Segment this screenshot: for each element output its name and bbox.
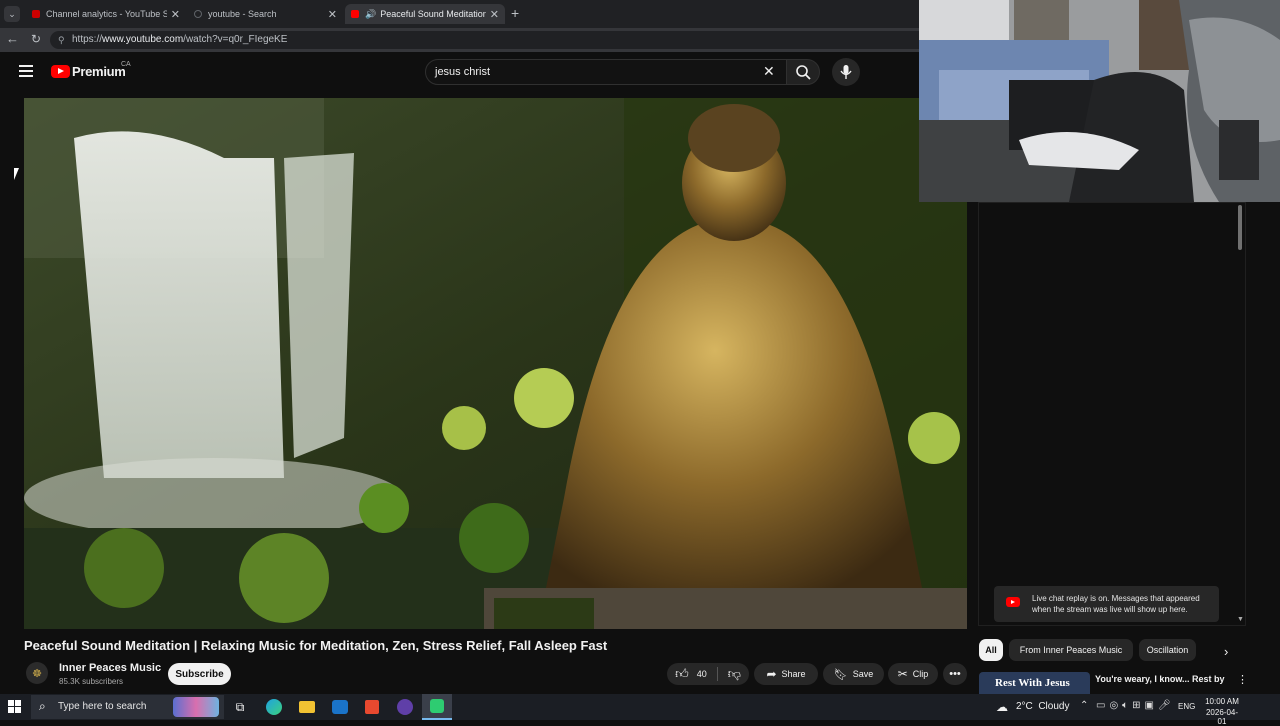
video-player[interactable]: [24, 98, 967, 629]
thumbs-down-icon[interactable]: 👎︎: [728, 666, 741, 682]
subscriber-count: 85.3K subscribers: [59, 677, 124, 686]
scissors-icon: ✂: [897, 667, 908, 681]
tab-title: youtube - Search: [208, 9, 277, 19]
outlook-icon[interactable]: [330, 697, 350, 717]
weather-text[interactable]: 2°C Cloudy: [1016, 701, 1069, 712]
search-favicon-icon: [194, 10, 202, 18]
search-button[interactable]: [786, 59, 820, 85]
share-label: Share: [781, 669, 806, 679]
youtube-favicon-icon: [351, 10, 359, 18]
more-horizontal-icon: •••: [949, 668, 961, 680]
close-tab-icon[interactable]: ✕: [328, 8, 337, 21]
share-arrow-icon: ➦: [766, 667, 777, 681]
clip-button[interactable]: ✂ Clip: [888, 663, 938, 685]
tab-youtube-search[interactable]: youtube - Search ✕: [188, 4, 343, 24]
video-frame-buddha-waterfall: [24, 98, 967, 629]
bookmark-icon: 🔖︎: [833, 668, 848, 681]
subscribe-button[interactable]: Subscribe: [168, 663, 231, 685]
hamburger-menu-icon[interactable]: [19, 65, 33, 77]
chip-oscillation[interactable]: Oscillation: [1139, 639, 1196, 661]
reload-icon[interactable]: ↻: [31, 32, 41, 46]
windows-start-icon[interactable]: [8, 700, 22, 714]
recommended-thumbnail[interactable]: Rest With Jesus: [979, 672, 1090, 694]
close-tab-icon[interactable]: ✕: [171, 8, 180, 21]
more-vertical-icon[interactable]: ⋮: [1237, 673, 1248, 686]
chip-all[interactable]: All: [979, 639, 1003, 661]
taskbar-search-box[interactable]: ⌕ Type here to search: [31, 695, 224, 719]
site-info-icon[interactable]: ⚲: [58, 31, 65, 49]
youtube-logo-icon[interactable]: [51, 65, 70, 78]
chat-scroll-down-icon[interactable]: ▼: [1237, 616, 1244, 623]
url-bar[interactable]: ⚲ https://www.youtube.com/watch?v=q0r_FI…: [50, 31, 930, 49]
new-tab-plus-icon[interactable]: +: [511, 5, 519, 21]
region-code: CA: [121, 61, 131, 68]
like-count[interactable]: 40: [697, 669, 707, 679]
channel-name[interactable]: Inner Peaces Music: [59, 662, 161, 674]
search-highlight-image: [173, 697, 219, 717]
video-title: Peaceful Sound Meditation | Relaxing Mus…: [24, 638, 608, 653]
file-explorer-icon[interactable]: [297, 697, 317, 717]
live-chat-panel: [978, 202, 1246, 626]
recommended-title[interactable]: You're weary, I know... Rest by: [1095, 674, 1225, 684]
tab-title: Channel analytics - YouTube Studi: [46, 9, 167, 19]
tab-peaceful-sound[interactable]: 🔊 Peaceful Sound Meditation | R ✕: [345, 4, 505, 24]
webcam-overlay: [919, 0, 1280, 202]
language-indicator[interactable]: ENG: [1178, 702, 1195, 711]
microphone-icon: [840, 65, 852, 79]
obs-icon[interactable]: [395, 697, 415, 717]
clock-time: 10:00 AM: [1205, 697, 1239, 706]
back-arrow-icon[interactable]: ←: [6, 31, 19, 46]
tab-channel-analytics[interactable]: Channel analytics - YouTube Studi ✕: [26, 4, 186, 24]
like-dislike-group: 👍︎ 40 👎︎: [667, 663, 749, 685]
url-scheme: https://: [72, 34, 103, 45]
mouse-cursor-icon: [14, 168, 19, 180]
save-label: Save: [852, 669, 874, 679]
active-app-icon: [430, 699, 444, 713]
close-tab-icon[interactable]: ✕: [490, 8, 499, 21]
taskbar-search-placeholder: Type here to search: [58, 701, 147, 712]
channel-avatar[interactable]: ☸: [26, 662, 48, 684]
youtube-studio-favicon-icon: [32, 10, 40, 18]
show-hidden-icons-chevron-icon[interactable]: ⌃: [1080, 700, 1088, 711]
clear-search-icon[interactable]: ✕: [763, 63, 775, 80]
speaker-icon[interactable]: 🔊: [365, 9, 376, 20]
edge-browser-icon[interactable]: [264, 697, 284, 717]
replay-notice-text: Live chat replay is on. Messages that ap…: [1032, 594, 1200, 614]
youtube-icon: [1006, 597, 1020, 607]
weather-cloud-icon: ☁: [996, 700, 1008, 714]
webcam-frame-image: [919, 0, 1280, 202]
live-chat-replay-notice: Live chat replay is on. Messages that ap…: [994, 586, 1219, 622]
chat-scrollbar[interactable]: [1238, 205, 1242, 250]
voice-search-button[interactable]: [832, 58, 860, 86]
notifications-button[interactable]: [1262, 696, 1278, 716]
chips-next-chevron-icon[interactable]: ›: [1224, 644, 1228, 659]
chip-from-channel[interactable]: From Inner Peaces Music: [1009, 639, 1133, 661]
tab-title: Peaceful Sound Meditation | R: [380, 9, 486, 19]
clip-label: Clip: [912, 669, 929, 679]
url-host: www.youtube.com: [102, 34, 184, 45]
search-icon: [796, 65, 811, 80]
clock-date: 2026-04-01: [1205, 708, 1239, 726]
url-path: /watch?v=q0r_FIegeKE: [183, 34, 288, 45]
search-icon: ⌕: [39, 699, 46, 713]
save-button[interactable]: 🔖︎ Save: [823, 663, 884, 685]
system-tray-icons[interactable]: ▭◎🔈︎⊞▣🎤︎: [1096, 700, 1175, 711]
tab-list-button[interactable]: ⌄: [4, 6, 20, 22]
search-input[interactable]: jesus christ: [425, 59, 787, 85]
gift-app-icon[interactable]: [362, 697, 382, 717]
more-actions-button[interactable]: •••: [943, 663, 967, 685]
share-button[interactable]: ➦ Share: [754, 663, 818, 685]
taskbar-clock[interactable]: 10:00 AM 2026-04-01: [1202, 697, 1242, 726]
search-query-text: jesus christ: [435, 66, 491, 78]
task-view-icon[interactable]: ⧉: [230, 697, 250, 717]
thumbs-up-icon[interactable]: 👍︎: [675, 666, 689, 682]
thumbnail-text: Rest With Jesus: [995, 677, 1070, 689]
active-app-taskbar-button[interactable]: [422, 694, 452, 720]
premium-logo-text[interactable]: Premium: [72, 64, 126, 79]
